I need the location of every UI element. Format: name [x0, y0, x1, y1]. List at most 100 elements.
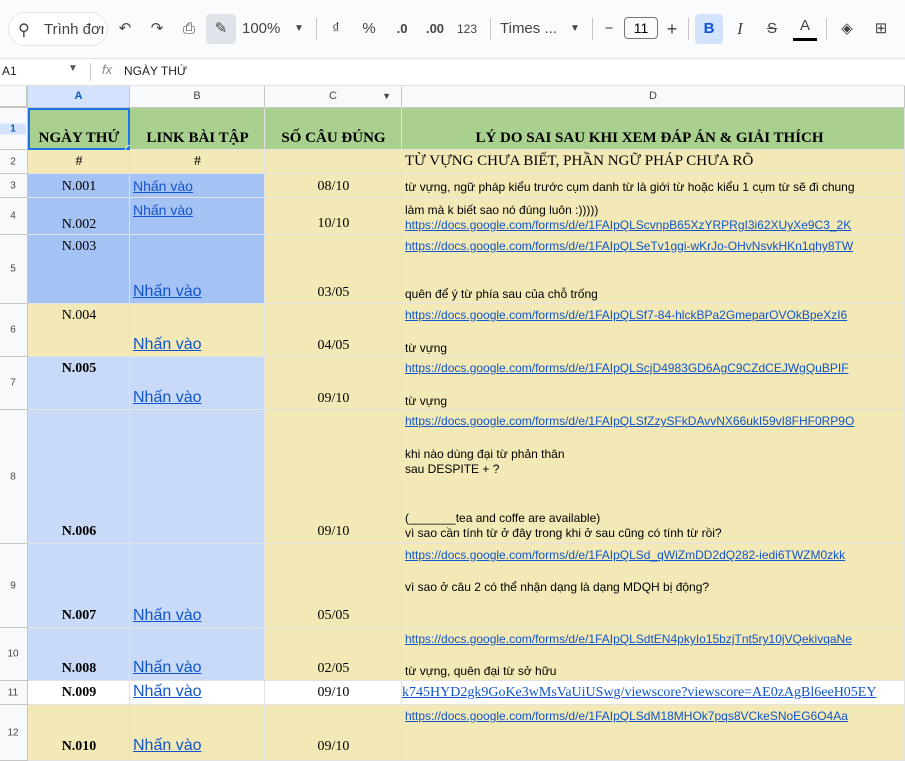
cell-d6[interactable]: https://docs.google.com/forms/d/e/1FAIpQ…	[402, 304, 905, 357]
row-header[interactable]: 12	[0, 705, 28, 761]
undo-icon[interactable]: ↶	[114, 14, 136, 44]
row-header[interactable]: 5	[0, 235, 28, 304]
row-header[interactable]: 3	[0, 174, 28, 198]
chevron-down-icon[interactable]: ▼	[568, 14, 582, 44]
form-url-link[interactable]: k745HYD2gk9GoKe3wMsVaUiUSwg/viewscore?vi…	[402, 685, 876, 701]
exercise-link[interactable]: Nhấn vào	[133, 659, 202, 677]
cell-b12[interactable]: Nhấn vào	[130, 705, 265, 761]
row-header[interactable]: 9	[0, 544, 28, 628]
column-header-c[interactable]: C ▼	[265, 86, 402, 108]
form-url-link[interactable]: https://docs.google.com/forms/d/e/1FAIpQ…	[405, 239, 853, 253]
paint-format-icon[interactable]: ✎	[206, 14, 236, 44]
exercise-link[interactable]: Nhấn vào	[133, 283, 202, 301]
cell-a2[interactable]: #	[28, 150, 130, 174]
font-size-input[interactable]: 11	[624, 17, 658, 39]
chevron-down-icon[interactable]: ▼	[68, 63, 78, 74]
row-header[interactable]: 10	[0, 628, 28, 681]
cell-a4[interactable]: N.002	[28, 198, 130, 235]
row-header[interactable]: 7	[0, 357, 28, 410]
form-url-link[interactable]: https://docs.google.com/forms/d/e/1FAIpQ…	[405, 709, 848, 723]
currency-format-button[interactable]: ₫	[326, 14, 346, 44]
cell-b10[interactable]: Nhấn vào	[130, 628, 265, 681]
cell-b2[interactable]: #	[130, 150, 265, 174]
chevron-down-icon[interactable]: ▼	[292, 14, 306, 44]
cell-a11[interactable]: N.009	[28, 681, 130, 705]
font-size-increase-button[interactable]: +	[662, 14, 682, 44]
cell-a3[interactable]: N.001	[28, 174, 130, 198]
cell-c7[interactable]: 09/10	[265, 357, 402, 410]
cell-c2[interactable]	[265, 150, 402, 174]
select-all-corner[interactable]	[0, 86, 28, 108]
cell-d4[interactable]: làm mà k biết sao nó đúng luôn :))))) ht…	[402, 198, 905, 235]
decrease-decimal-button[interactable]: .0	[390, 14, 414, 44]
cell-a6[interactable]: N.004	[28, 304, 130, 357]
cell-a12[interactable]: N.010	[28, 705, 130, 761]
form-url-link[interactable]: https://docs.google.com/forms/d/e/1FAIpQ…	[405, 632, 852, 646]
cell-c10[interactable]: 02/05	[265, 628, 402, 681]
exercise-link[interactable]: Nhấn vào	[133, 336, 202, 354]
cell-d9[interactable]: https://docs.google.com/forms/d/e/1FAIpQ…	[402, 544, 905, 628]
cell-c5[interactable]: 03/05	[265, 235, 402, 304]
row-header[interactable]: 2	[0, 150, 28, 174]
form-url-link[interactable]: https://docs.google.com/forms/d/e/1FAIpQ…	[405, 548, 845, 562]
cell-d8[interactable]: https://docs.google.com/forms/d/e/1FAIpQ…	[402, 410, 905, 544]
cell-d1[interactable]: LÝ DO SAI SAU KHI XEM ĐÁP ÁN & GIẢI THÍC…	[402, 108, 905, 150]
row-header[interactable]: 11	[0, 681, 28, 705]
exercise-link[interactable]: Nhấn vào	[133, 202, 193, 218]
bold-button[interactable]: B	[695, 14, 723, 44]
cell-d5[interactable]: https://docs.google.com/forms/d/e/1FAIpQ…	[402, 235, 905, 304]
cell-b9[interactable]: Nhấn vào	[130, 544, 265, 628]
row-header[interactable]: 1	[0, 108, 28, 150]
exercise-link[interactable]: Nhấn vào	[133, 607, 202, 625]
form-url-link[interactable]: https://docs.google.com/forms/d/e/1FAIpQ…	[405, 414, 854, 428]
number-format-button[interactable]: 123	[454, 14, 480, 44]
form-url-link[interactable]: https://docs.google.com/forms/d/e/1FAIpQ…	[405, 308, 847, 322]
print-icon[interactable]: ⎙	[177, 14, 201, 44]
cell-c8[interactable]: 09/10	[265, 410, 402, 544]
fill-color-icon[interactable]: ◈	[836, 14, 858, 44]
cell-c11[interactable]: 09/10	[265, 681, 402, 705]
borders-icon[interactable]: ⊞	[870, 14, 892, 44]
menu-search[interactable]: ⚲ Trình đơn	[8, 12, 108, 46]
cell-d3[interactable]: từ vựng, ngữ pháp kiểu trước cụm danh từ…	[402, 174, 905, 198]
filter-dropdown-icon[interactable]: ▼	[382, 86, 391, 107]
cell-b4[interactable]: Nhấn vào	[130, 198, 265, 235]
cell-b11[interactable]: Nhấn vào	[130, 681, 265, 705]
row-header[interactable]: 8	[0, 410, 28, 544]
row-header[interactable]: 4	[0, 198, 28, 235]
cell-c1[interactable]: SỐ CÂU ĐÚNG	[265, 108, 402, 150]
cell-a8[interactable]: N.006	[28, 410, 130, 544]
cell-b7[interactable]: Nhấn vào	[130, 357, 265, 410]
cell-b1[interactable]: LINK BÀI TẬP	[130, 108, 265, 150]
column-header-d[interactable]: D	[402, 86, 905, 108]
cell-d10[interactable]: https://docs.google.com/forms/d/e/1FAIpQ…	[402, 628, 905, 681]
column-header-a[interactable]: A	[28, 86, 130, 108]
strikethrough-button[interactable]: S	[760, 14, 784, 44]
text-color-button[interactable]: A	[793, 14, 817, 41]
font-select[interactable]: Times ...	[500, 14, 560, 44]
zoom-select[interactable]: 100%	[242, 14, 290, 44]
formula-input[interactable]: NGÀY THỨ	[124, 64, 187, 78]
exercise-link[interactable]: Nhấn vào	[133, 737, 202, 755]
form-url-link[interactable]: https://docs.google.com/forms/d/e/1FAIpQ…	[405, 218, 851, 232]
cell-a7[interactable]: N.005	[28, 357, 130, 410]
form-url-link[interactable]: https://docs.google.com/forms/d/e/1FAIpQ…	[405, 361, 849, 375]
cell-a10[interactable]: N.008	[28, 628, 130, 681]
cell-c6[interactable]: 04/05	[265, 304, 402, 357]
italic-button[interactable]: I	[728, 14, 752, 44]
redo-icon[interactable]: ↷	[146, 14, 168, 44]
cell-b5[interactable]: Nhấn vào	[130, 235, 265, 304]
cell-b6[interactable]: Nhấn vào	[130, 304, 265, 357]
cell-a5[interactable]: N.003	[28, 235, 130, 304]
cell-c12[interactable]: 09/10	[265, 705, 402, 761]
cell-d7[interactable]: https://docs.google.com/forms/d/e/1FAIpQ…	[402, 357, 905, 410]
cell-a9[interactable]: N.007	[28, 544, 130, 628]
cell-b3[interactable]: Nhấn vào	[130, 174, 265, 198]
cell-d12[interactable]: https://docs.google.com/forms/d/e/1FAIpQ…	[402, 705, 905, 761]
cell-c9[interactable]: 05/05	[265, 544, 402, 628]
cell-b8[interactable]	[130, 410, 265, 544]
exercise-link[interactable]: Nhấn vào	[133, 178, 193, 194]
row-header[interactable]: 6	[0, 304, 28, 357]
column-header-b[interactable]: B	[130, 86, 265, 108]
cell-a1[interactable]: NGÀY THỨ	[28, 108, 130, 150]
